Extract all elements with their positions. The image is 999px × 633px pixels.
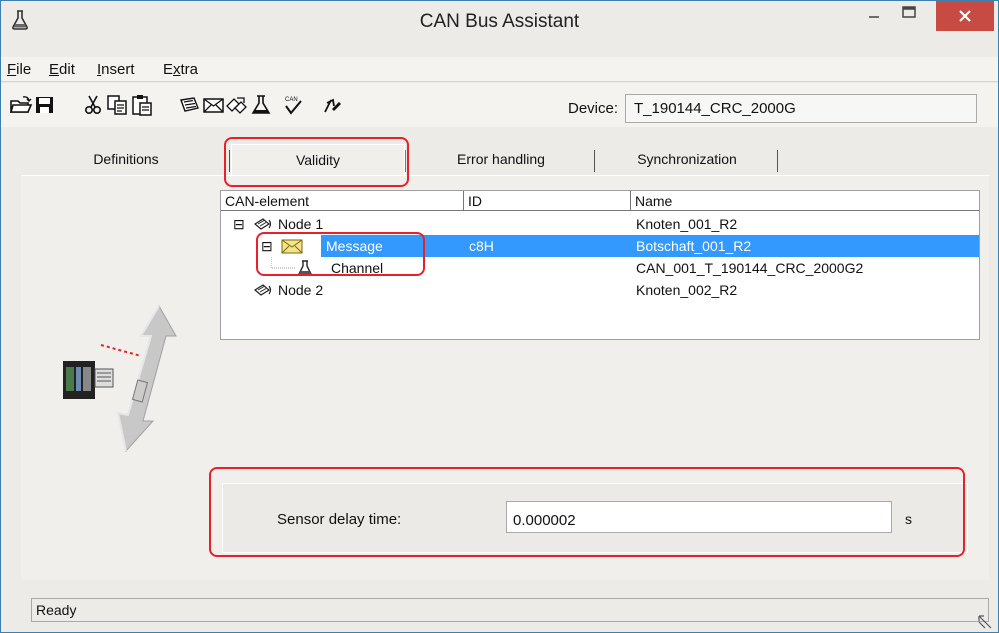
tab-strip: Definitions Validity Error handling Sync… <box>31 144 986 175</box>
menu-file[interactable]: File <box>7 61 31 78</box>
tab-divider <box>777 150 778 172</box>
tree-row-node-2[interactable]: Node 2 Knoten_002_R2 <box>221 279 979 301</box>
tree-name-value: Knoten_001_R2 <box>636 216 738 232</box>
status-text: Ready <box>36 602 77 618</box>
device-value: T_190144_CRC_2000G <box>634 100 796 117</box>
maximize-button[interactable] <box>894 1 924 31</box>
paste-icon[interactable] <box>130 94 154 116</box>
close-icon <box>959 10 971 22</box>
collapse-toggle[interactable]: ⊟ <box>233 213 245 235</box>
resize-grip-icon[interactable] <box>977 614 993 630</box>
column-header-can-element[interactable]: CAN-element <box>221 191 464 211</box>
sensor-delay-highlight <box>209 467 965 557</box>
channel-flask-icon[interactable] <box>249 94 273 116</box>
menu-extra[interactable]: Extra <box>163 61 198 78</box>
tab-synchronization[interactable]: Synchronization <box>597 144 777 174</box>
app-window: CAN Bus Assistant File Edit Insert Extra <box>0 0 999 633</box>
can-bus-illustration <box>63 305 177 453</box>
multi-node-icon[interactable] <box>225 94 249 116</box>
node-icon <box>253 218 272 230</box>
copy-icon[interactable] <box>105 94 129 116</box>
title-bar: CAN Bus Assistant <box>1 1 998 57</box>
open-folder-icon[interactable] <box>9 94 33 116</box>
can-node-icon[interactable] <box>178 94 202 116</box>
device-field[interactable]: T_190144_CRC_2000G <box>625 94 977 123</box>
column-header-name[interactable]: Name <box>631 191 979 211</box>
menu-insert[interactable]: Insert <box>97 61 135 78</box>
close-button[interactable] <box>936 1 994 31</box>
tree-id-value: c8H <box>469 238 494 254</box>
tree-name-value: Botschaft_001_R2 <box>636 238 752 254</box>
tree-name-value: Knoten_002_R2 <box>636 282 738 298</box>
tree-name-value: CAN_001_T_190144_CRC_2000G2 <box>636 260 864 276</box>
tab-definitions[interactable]: Definitions <box>31 144 221 174</box>
window-title: CAN Bus Assistant <box>419 11 580 32</box>
save-icon[interactable] <box>33 94 57 116</box>
status-bar: Ready <box>1 596 998 632</box>
device-label: Device: <box>568 100 619 117</box>
tree-element-label: Node 2 <box>278 282 324 298</box>
toolbar: CAN Device: T_190144_CRC_2000G <box>1 83 998 127</box>
menu-edit[interactable]: Edit <box>49 61 75 78</box>
tab-divider <box>594 150 595 172</box>
tab-error-handling[interactable]: Error handling <box>411 144 591 174</box>
message-envelope-icon[interactable] <box>202 94 226 116</box>
can-check-icon[interactable]: CAN <box>281 94 305 116</box>
column-header-id[interactable]: ID <box>464 191 631 211</box>
minimize-button[interactable] <box>859 1 889 31</box>
cut-icon[interactable] <box>81 94 105 116</box>
status-field: Ready <box>31 598 989 622</box>
node-icon <box>253 284 272 296</box>
menu-bar: File Edit Insert Extra <box>1 57 998 82</box>
import-icon[interactable] <box>319 94 343 116</box>
svg-text:CAN: CAN <box>285 97 298 103</box>
validity-tab-highlight <box>224 137 409 187</box>
message-row-highlight <box>256 232 425 276</box>
